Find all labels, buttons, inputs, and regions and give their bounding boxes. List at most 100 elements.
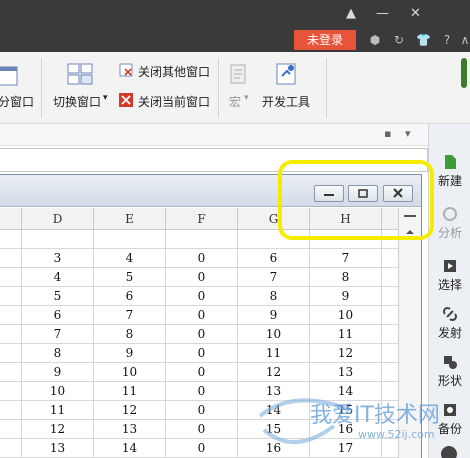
table-cell[interactable]: 10 xyxy=(310,306,382,325)
table-cell[interactable]: 9 xyxy=(94,344,166,363)
help-icon[interactable]: ? xyxy=(440,33,454,47)
table-cell[interactable]: 0 xyxy=(166,401,238,420)
table-cell[interactable] xyxy=(382,287,398,306)
table-cell[interactable]: 4 xyxy=(94,249,166,268)
table-cell[interactable]: 9 xyxy=(310,287,382,306)
table-cell[interactable]: 0 xyxy=(166,344,238,363)
table-cell[interactable]: 14 xyxy=(238,401,310,420)
more-icon[interactable]: ∧ xyxy=(458,33,470,47)
column-header[interactable]: E xyxy=(94,208,166,230)
sidepanel-shape[interactable]: 形状 xyxy=(429,354,470,389)
switch-window-dropdown-icon[interactable]: ▾ xyxy=(103,93,108,103)
table-cell[interactable] xyxy=(382,382,398,401)
table-cell[interactable]: 7 xyxy=(238,268,310,287)
table-cell[interactable] xyxy=(0,344,22,363)
table-cell[interactable] xyxy=(22,230,94,249)
shirt-icon[interactable]: 👕 xyxy=(416,33,431,47)
spreadsheet-grid[interactable]: D E F G H 3 4 0 6 7 4 5 0 7 8 5 6 0 8 9 6 7 0 9 10 7 8 0 10 11 8 9 0 11 12… xyxy=(0,208,398,458)
table-cell[interactable]: 0 xyxy=(166,249,238,268)
table-cell[interactable]: 13 xyxy=(94,420,166,439)
table-cell[interactable]: 14 xyxy=(310,382,382,401)
developer-tools-button[interactable]: 开发工具 xyxy=(262,93,310,110)
close-button[interactable]: ✕ xyxy=(410,6,421,22)
table-cell[interactable]: 7 xyxy=(310,249,382,268)
table-cell[interactable]: 13 xyxy=(22,439,94,458)
table-cell[interactable]: 0 xyxy=(166,439,238,458)
table-cell[interactable]: 13 xyxy=(310,363,382,382)
macro-dropdown-icon[interactable]: ▾ xyxy=(244,93,249,103)
sidepanel-launch[interactable]: 发射 xyxy=(429,306,470,341)
table-cell[interactable]: 8 xyxy=(94,325,166,344)
close-current-window-button[interactable]: 关闭当前窗口 xyxy=(138,93,210,110)
macro-button[interactable]: 宏 xyxy=(229,93,241,110)
table-cell[interactable]: 5 xyxy=(94,268,166,287)
table-cell[interactable]: 6 xyxy=(238,249,310,268)
table-cell[interactable]: 0 xyxy=(166,363,238,382)
table-cell[interactable]: 16 xyxy=(310,420,382,439)
minimize-button[interactable]: — xyxy=(376,6,389,22)
table-cell[interactable]: 10 xyxy=(22,382,94,401)
table-cell[interactable]: 10 xyxy=(94,363,166,382)
table-cell[interactable]: 6 xyxy=(22,306,94,325)
close-other-windows-button[interactable]: 关闭其他窗口 xyxy=(138,63,210,80)
table-cell[interactable]: 8 xyxy=(310,268,382,287)
table-cell[interactable]: 0 xyxy=(166,420,238,439)
collapse-ribbon-button[interactable]: ▲ xyxy=(346,6,356,22)
sidepanel-analysis[interactable]: 分析 xyxy=(429,206,470,241)
table-cell[interactable] xyxy=(0,363,22,382)
dropdown-menu-icon[interactable]: ▾ xyxy=(405,127,411,140)
table-cell[interactable]: 7 xyxy=(94,306,166,325)
column-header-partial[interactable] xyxy=(0,208,22,230)
column-header[interactable]: F xyxy=(166,208,238,230)
table-cell[interactable]: 4 xyxy=(22,268,94,287)
split-window-label[interactable]: 分窗口 xyxy=(0,93,34,110)
table-cell[interactable]: 15 xyxy=(238,420,310,439)
table-cell[interactable]: 0 xyxy=(166,268,238,287)
sidepanel-select[interactable]: 选择 xyxy=(429,258,470,293)
table-cell[interactable]: 12 xyxy=(310,344,382,363)
skin-icon[interactable]: ⬢ xyxy=(368,33,382,47)
table-cell[interactable]: 11 xyxy=(238,344,310,363)
table-cell[interactable]: 5 xyxy=(22,287,94,306)
table-cell[interactable]: 8 xyxy=(22,344,94,363)
table-cell[interactable] xyxy=(382,306,398,325)
table-cell[interactable]: 9 xyxy=(238,306,310,325)
table-cell[interactable]: 10 xyxy=(238,325,310,344)
login-button[interactable]: 未登录 xyxy=(294,30,356,50)
table-cell[interactable] xyxy=(382,439,398,458)
table-cell[interactable]: 3 xyxy=(22,249,94,268)
more-tools-icon[interactable] xyxy=(441,446,457,458)
table-cell[interactable]: 17 xyxy=(310,439,382,458)
switch-window-button[interactable]: 切换窗口 xyxy=(53,93,101,110)
table-cell[interactable] xyxy=(382,268,398,287)
table-cell[interactable] xyxy=(94,230,166,249)
table-cell[interactable] xyxy=(0,325,22,344)
ribbon-scroll-indicator[interactable] xyxy=(461,58,467,88)
table-cell[interactable] xyxy=(382,401,398,420)
table-cell[interactable] xyxy=(0,420,22,439)
table-cell[interactable]: 11 xyxy=(94,382,166,401)
table-cell[interactable]: 0 xyxy=(166,287,238,306)
table-cell[interactable]: 11 xyxy=(310,325,382,344)
table-cell[interactable] xyxy=(0,439,22,458)
table-cell[interactable] xyxy=(382,325,398,344)
table-cell[interactable]: 12 xyxy=(22,420,94,439)
table-cell[interactable]: 16 xyxy=(238,439,310,458)
table-cell[interactable]: 8 xyxy=(238,287,310,306)
table-cell[interactable] xyxy=(0,230,22,249)
table-cell[interactable]: 9 xyxy=(22,363,94,382)
sidepanel-backup[interactable]: 备份 xyxy=(429,402,470,437)
vertical-scrollbar[interactable] xyxy=(398,208,421,458)
table-cell[interactable] xyxy=(382,363,398,382)
table-cell[interactable]: 6 xyxy=(94,287,166,306)
table-cell[interactable] xyxy=(0,287,22,306)
table-cell[interactable]: 14 xyxy=(94,439,166,458)
table-cell[interactable]: 0 xyxy=(166,325,238,344)
table-cell[interactable]: 7 xyxy=(22,325,94,344)
table-cell[interactable] xyxy=(382,420,398,439)
table-cell[interactable] xyxy=(382,249,398,268)
table-cell[interactable]: 12 xyxy=(238,363,310,382)
table-cell[interactable]: 11 xyxy=(22,401,94,420)
refresh-icon[interactable]: ↻ xyxy=(392,33,406,47)
table-cell[interactable] xyxy=(382,344,398,363)
